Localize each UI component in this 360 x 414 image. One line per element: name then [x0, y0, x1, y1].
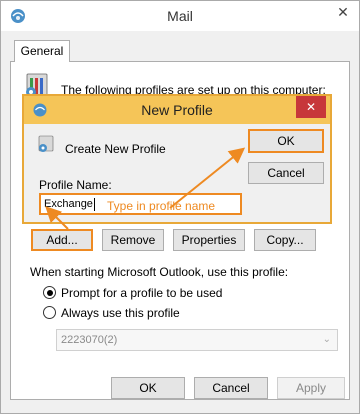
- new-profile-titlebar: New Profile ✕: [24, 96, 330, 124]
- always-use-profile-radio[interactable]: [43, 306, 56, 319]
- profile-name-label: Profile Name:: [39, 178, 112, 192]
- startup-profile-label: When starting Microsoft Outlook, use thi…: [30, 265, 289, 279]
- profile-icon: [38, 135, 54, 152]
- new-profile-close-button[interactable]: ✕: [296, 96, 326, 118]
- cancel-button[interactable]: Cancel: [194, 377, 268, 399]
- prompt-profile-radio[interactable]: [43, 286, 56, 299]
- create-new-profile-label: Create New Profile: [65, 142, 166, 156]
- profile-name-hint: Type in profile name: [107, 199, 216, 213]
- properties-button[interactable]: Properties: [173, 229, 245, 251]
- always-use-profile-label[interactable]: Always use this profile: [61, 306, 180, 320]
- profile-select: 2223070(2) ⌄: [56, 329, 338, 351]
- text-caret: [93, 197, 95, 211]
- new-profile-title: New Profile: [141, 102, 213, 118]
- chevron-down-icon: ⌄: [322, 334, 331, 345]
- ok-button[interactable]: OK: [111, 377, 185, 399]
- profile-select-value: 2223070(2): [61, 334, 118, 346]
- apply-button: Apply: [277, 377, 345, 399]
- new-profile-ok-button[interactable]: OK: [248, 129, 324, 153]
- add-profile-button[interactable]: Add...: [31, 229, 93, 251]
- prompt-profile-label[interactable]: Prompt for a profile to be used: [61, 286, 222, 300]
- new-profile-body: Create New Profile OK Cancel Profile Nam…: [24, 124, 330, 222]
- profile-name-input[interactable]: Exchange Type in profile name: [39, 193, 242, 215]
- new-profile-cancel-button[interactable]: Cancel: [248, 162, 324, 184]
- copy-profile-button[interactable]: Copy...: [254, 229, 316, 251]
- mail-titlebar: Mail ✕: [1, 1, 359, 31]
- new-profile-inner: Create New Profile OK Cancel Profile Nam…: [31, 128, 324, 215]
- remove-profile-button[interactable]: Remove: [102, 229, 164, 251]
- new-profile-dialog: New Profile ✕ Create New Profile OK Canc…: [22, 94, 332, 224]
- profile-name-value: Exchange: [44, 198, 93, 210]
- mail-close-button[interactable]: ✕: [329, 2, 357, 22]
- mail-window-title: Mail: [167, 8, 193, 24]
- tab-general[interactable]: General: [14, 40, 70, 62]
